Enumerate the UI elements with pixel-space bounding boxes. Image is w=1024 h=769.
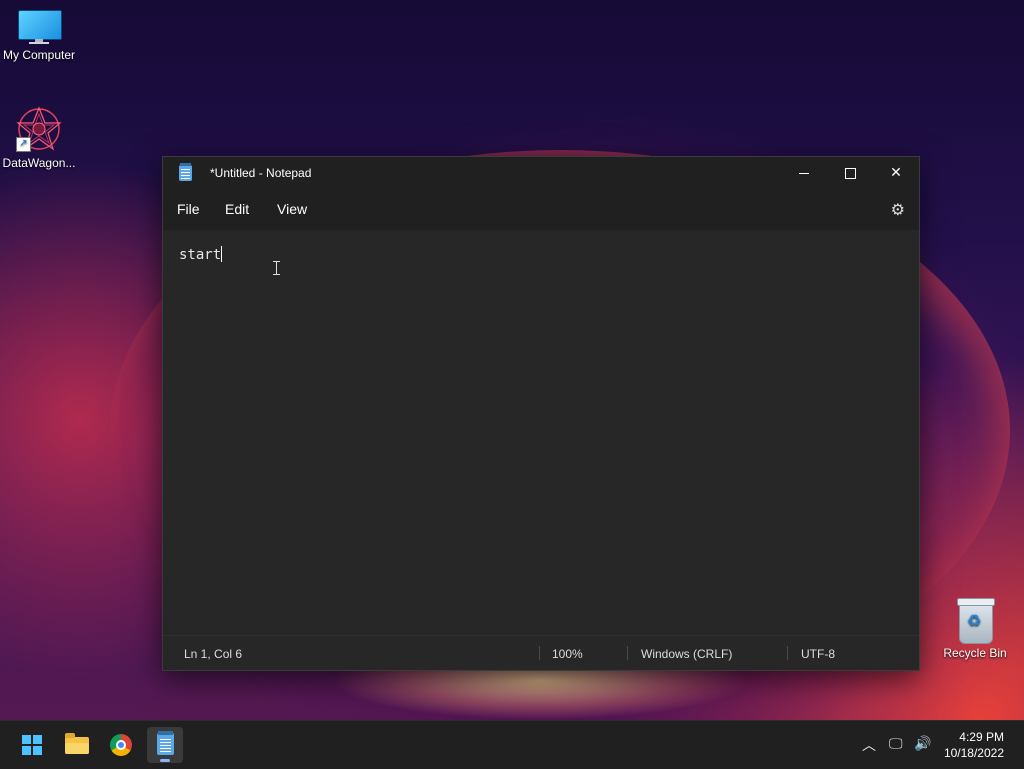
file-explorer-icon [65,733,89,754]
clock-time: 4:29 PM [959,730,1004,744]
editor-text-line: start [179,246,223,263]
title-bar[interactable]: *Untitled - Notepad ✕ [163,157,919,188]
desktop-icon-my-computer[interactable]: My Computer [0,10,81,62]
taskbar-chrome[interactable] [103,727,139,763]
status-divider [787,646,788,660]
status-divider [539,646,540,660]
status-zoom[interactable]: 100% [552,647,583,661]
taskbar: ︿ 🖵 🔊 4:29 PM 10/18/2022 [0,720,1024,769]
chrome-icon [110,734,132,756]
menu-view[interactable]: View [277,201,307,217]
status-cursor-position: Ln 1, Col 6 [184,647,243,661]
windows-start-icon [22,735,42,755]
taskbar-file-explorer[interactable] [59,727,95,763]
network-icon[interactable]: 🖵 [889,735,903,752]
clock-date: 10/18/2022 [943,746,1004,760]
datawagon-icon: ↗ [16,106,62,152]
menu-bar: File Edit View ⚙ [163,188,919,230]
text-caret [221,246,223,262]
minimize-button[interactable] [781,157,827,188]
window-title: *Untitled - Notepad [210,166,312,180]
active-app-indicator [160,759,170,762]
notepad-window: *Untitled - Notepad ✕ File Edit View ⚙ s… [162,156,920,671]
start-button[interactable] [14,727,50,763]
desktop-icon-datawagon[interactable]: ↗ DataWagon... [0,106,81,170]
text-editor-area[interactable]: start [163,230,919,636]
close-button[interactable]: ✕ [873,157,919,188]
minimize-icon [799,172,809,174]
status-line-ending[interactable]: Windows (CRLF) [641,647,732,661]
volume-icon[interactable]: 🔊 [914,735,931,752]
status-divider [627,646,628,660]
taskbar-clock[interactable]: 4:29 PM 10/18/2022 [944,729,1004,761]
notepad-icon [157,731,174,755]
editor-content: start [179,247,222,263]
status-bar: Ln 1, Col 6 100% Windows (CRLF) UTF-8 [163,635,919,670]
shortcut-arrow-icon: ↗ [16,137,31,152]
notepad-app-icon [179,163,192,181]
ibeam-cursor-icon [273,261,280,275]
menu-edit[interactable]: Edit [225,201,249,217]
maximize-button[interactable] [827,157,873,188]
show-hidden-icons-chevron-up-icon[interactable]: ︿ [862,735,876,755]
recycle-bin-icon: ♻ [955,598,995,644]
desktop-icon-label: My Computer [2,48,76,62]
settings-gear-icon[interactable]: ⚙ [891,200,905,220]
maximize-icon [844,167,856,179]
close-icon: ✕ [890,164,902,180]
menu-file[interactable]: File [177,201,200,217]
desktop-icon-label: Recycle Bin [943,646,1007,660]
status-encoding[interactable]: UTF-8 [801,647,835,661]
desktop-icon-label: DataWagon... [2,156,76,170]
computer-icon [18,10,62,44]
taskbar-notepad[interactable] [147,727,183,763]
desktop-icon-recycle-bin[interactable]: ♻ Recycle Bin [933,598,1017,660]
